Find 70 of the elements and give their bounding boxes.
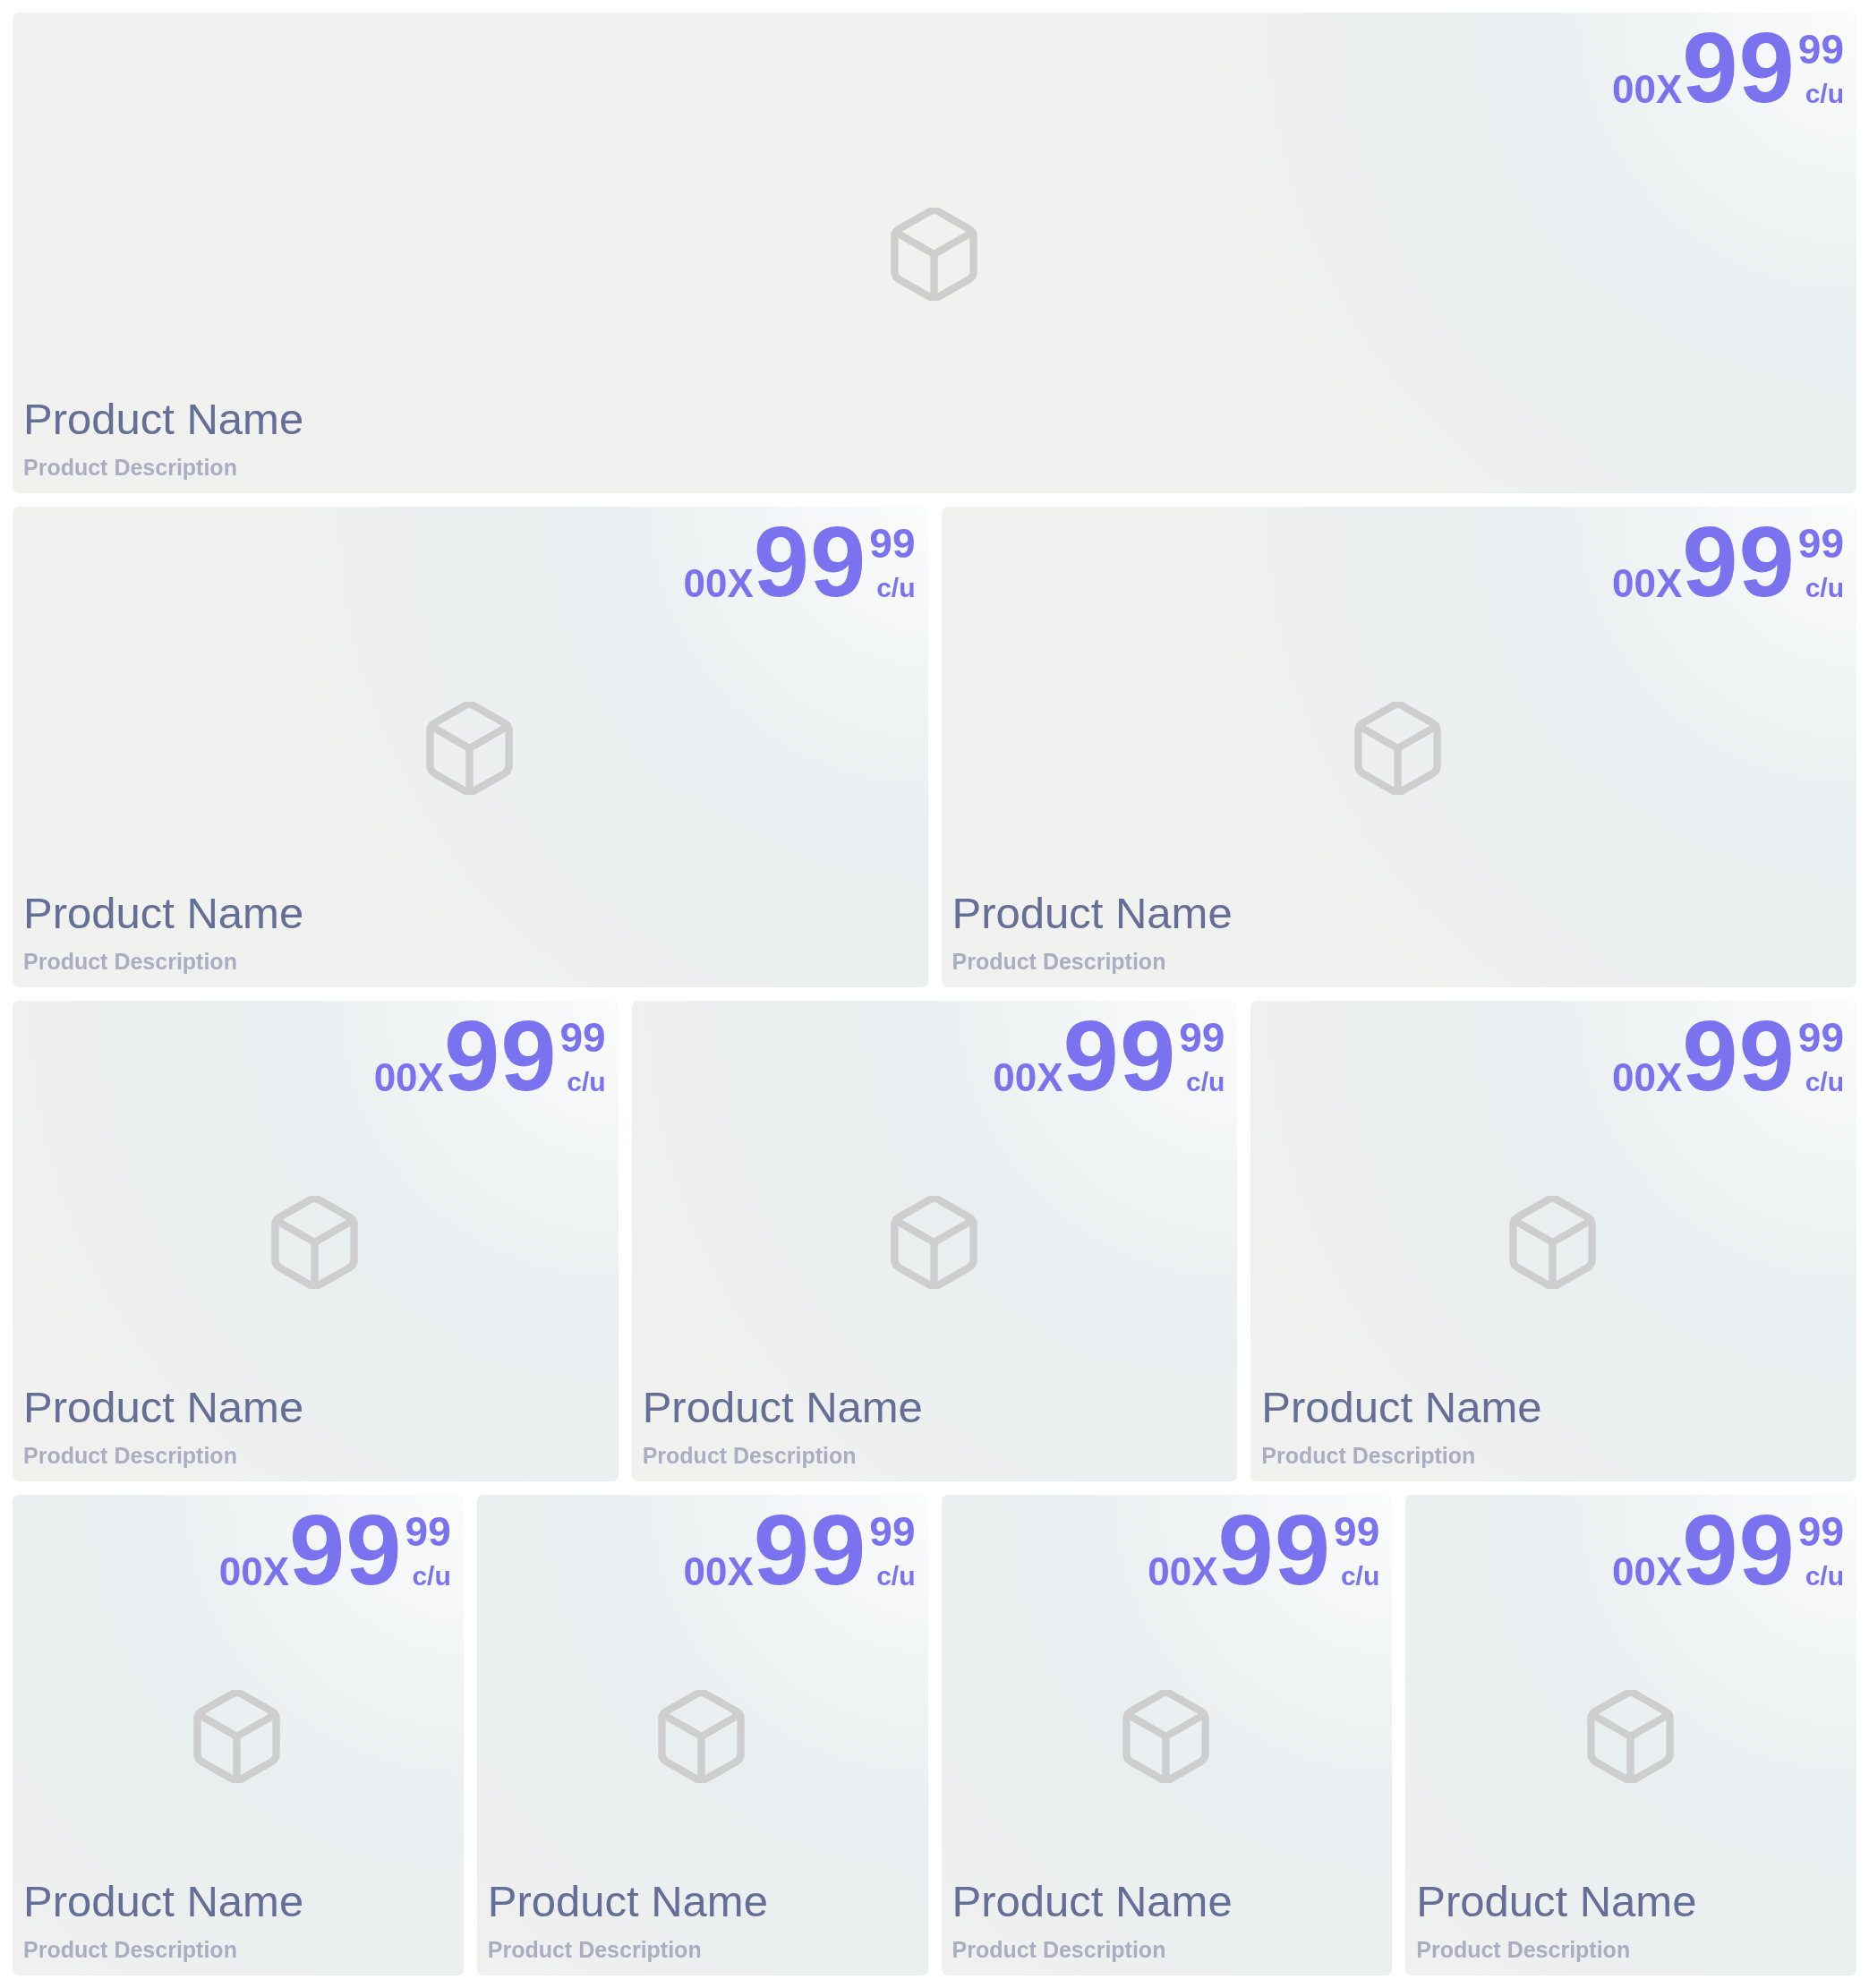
price-quantity: 00X xyxy=(1148,1552,1218,1591)
price-unit: c/u xyxy=(1805,81,1844,107)
price-cents: 99 xyxy=(869,1511,916,1552)
price-whole: 99 xyxy=(1063,1006,1177,1106)
product-name: Product Name xyxy=(23,1880,304,1924)
price-whole: 99 xyxy=(753,512,867,612)
price-unit: c/u xyxy=(876,1563,916,1590)
product-description: Product Description xyxy=(642,1445,857,1467)
price-quantity: 00X xyxy=(218,1552,289,1591)
product-description: Product Description xyxy=(487,1939,702,1961)
product-name: Product Name xyxy=(1416,1880,1697,1924)
price-quantity: 00X xyxy=(1611,564,1683,603)
product-name: Product Name xyxy=(487,1880,768,1924)
product-name: Product Name xyxy=(23,397,304,441)
box-icon xyxy=(193,1690,281,1783)
price-whole: 99 xyxy=(443,1006,558,1106)
product-description: Product Description xyxy=(1261,1445,1476,1467)
price-quantity: 00X xyxy=(1611,1552,1683,1591)
price-cents: 99 xyxy=(1797,523,1844,564)
box-icon xyxy=(890,1196,977,1289)
product-description: Product Description xyxy=(952,1939,1166,1961)
product-description: Product Description xyxy=(23,1445,237,1467)
product-description: Product Description xyxy=(1416,1939,1631,1961)
price-unit: c/u xyxy=(1340,1563,1380,1590)
price-quantity: 00X xyxy=(683,564,754,603)
price-whole: 99 xyxy=(1682,18,1796,118)
price-whole: 99 xyxy=(1682,1006,1796,1106)
price-whole: 99 xyxy=(1217,1500,1332,1600)
price-cents: 99 xyxy=(405,1511,451,1552)
price-cents: 99 xyxy=(559,1017,606,1058)
price-quantity: 00X xyxy=(373,1058,444,1097)
product-name: Product Name xyxy=(23,1386,304,1429)
price-unit: c/u xyxy=(412,1563,451,1590)
box-icon xyxy=(1354,702,1442,795)
price-whole: 99 xyxy=(289,1500,403,1600)
product-name: Product Name xyxy=(642,1386,923,1429)
product-description: Product Description xyxy=(952,951,1166,973)
product-name: Product Name xyxy=(1261,1386,1542,1429)
box-icon xyxy=(658,1690,746,1783)
price-cents: 99 xyxy=(1334,1511,1380,1552)
product-name: Product Name xyxy=(952,1880,1233,1924)
box-icon xyxy=(890,208,977,301)
price-quantity: 00X xyxy=(1611,1058,1683,1097)
product-name: Product Name xyxy=(952,892,1233,935)
price-cents: 99 xyxy=(1797,1017,1844,1058)
price-unit: c/u xyxy=(1805,1563,1844,1590)
product-description: Product Description xyxy=(23,456,237,479)
price-unit: c/u xyxy=(1805,575,1844,602)
price-cents: 99 xyxy=(1179,1017,1225,1058)
price-cents: 99 xyxy=(1797,1511,1844,1552)
price-unit: c/u xyxy=(1805,1069,1844,1096)
price-unit: c/u xyxy=(876,575,916,602)
price-quantity: 00X xyxy=(683,1552,754,1591)
box-icon xyxy=(425,702,513,795)
price-whole: 99 xyxy=(753,1500,867,1600)
box-icon xyxy=(1122,1690,1209,1783)
price-quantity: 00X xyxy=(1611,70,1683,109)
product-description: Product Description xyxy=(23,951,237,973)
box-icon xyxy=(270,1196,358,1289)
price-quantity: 00X xyxy=(993,1058,1063,1097)
price-unit: c/u xyxy=(1186,1069,1225,1096)
box-icon xyxy=(1509,1196,1597,1289)
product-name: Product Name xyxy=(23,892,304,935)
price-cents: 99 xyxy=(869,523,916,564)
price-cents: 99 xyxy=(1797,29,1844,70)
price-whole: 99 xyxy=(1682,512,1796,612)
box-icon xyxy=(1586,1690,1674,1783)
product-description: Product Description xyxy=(23,1939,237,1961)
price-whole: 99 xyxy=(1682,1500,1796,1600)
price-unit: c/u xyxy=(567,1069,606,1096)
